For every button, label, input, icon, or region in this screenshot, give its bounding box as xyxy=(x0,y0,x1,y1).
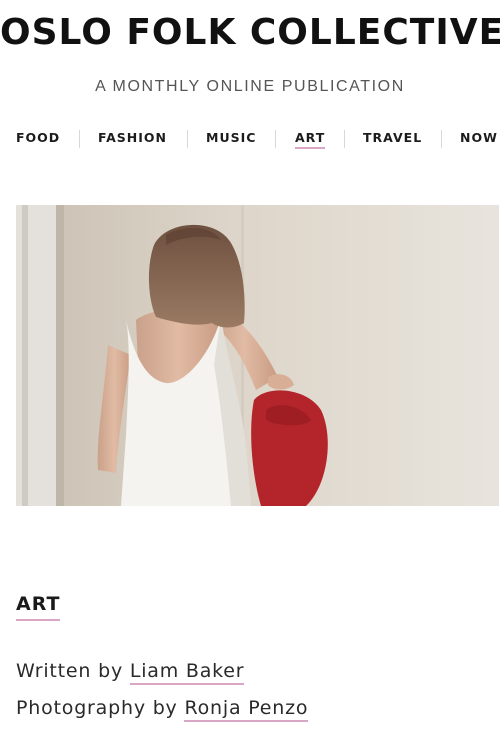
masthead-logo[interactable]: OSLO FOLK COLLECTIVE xyxy=(0,8,500,58)
writer-link[interactable]: Liam Baker xyxy=(129,660,245,685)
tagline: A MONTHLY ONLINE PUBLICATION xyxy=(95,78,405,95)
photographer-link[interactable]: Ronja Penzo xyxy=(184,697,309,722)
photographer-credit: Photography by Ronja Penzo xyxy=(16,697,309,722)
hero-photo[interactable] xyxy=(16,205,499,506)
nav-divider xyxy=(187,130,188,148)
section-title: ART xyxy=(16,593,61,621)
nav-item-label: NOW xyxy=(460,130,498,145)
nav-item-music[interactable]: MUSIC xyxy=(206,122,256,156)
nav-item-travel[interactable]: TRAVEL xyxy=(363,122,422,156)
nav-item-food[interactable]: FOOD xyxy=(16,122,60,156)
hero-photo-illustration xyxy=(16,205,499,506)
nav-divider xyxy=(344,130,345,148)
writer-credit-prefix: Written by xyxy=(16,660,123,682)
photographer-credit-prefix: Photography by xyxy=(16,697,178,719)
category-nav: FOOD FASHION MUSIC ART TRAVEL NOW xyxy=(0,122,500,156)
nav-divider xyxy=(441,130,442,148)
nav-item-label: TRAVEL xyxy=(363,130,423,145)
nav-item-label: ART xyxy=(295,130,326,149)
nav-item-label: MUSIC xyxy=(206,130,257,145)
nav-divider xyxy=(275,130,276,148)
nav-item-now[interactable]: NOW xyxy=(460,122,498,156)
nav-item-label: FOOD xyxy=(16,130,61,145)
nav-divider xyxy=(79,130,80,148)
writer-credit: Written by Liam Baker xyxy=(16,660,245,685)
nav-item-art[interactable]: ART xyxy=(295,122,326,156)
nav-item-fashion[interactable]: FASHION xyxy=(98,122,167,156)
nav-item-label: FASHION xyxy=(98,130,167,145)
